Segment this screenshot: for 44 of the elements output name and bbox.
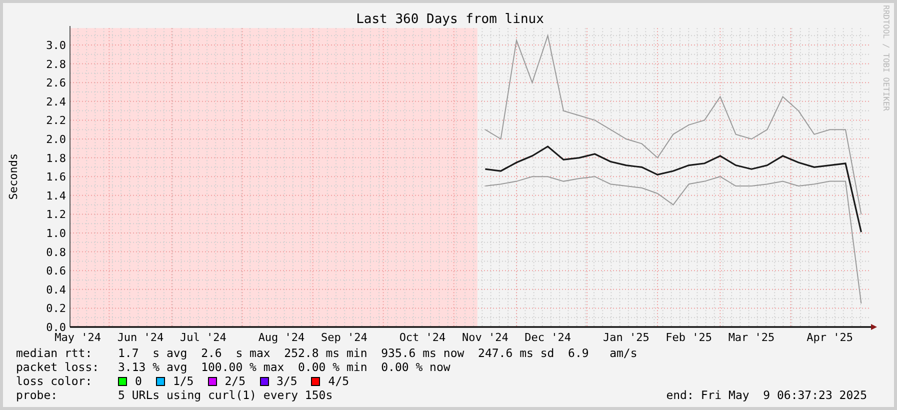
tick-label: 2.6 xyxy=(46,76,66,90)
tick-label: 3.0 xyxy=(46,39,66,52)
swatch-label: 3/5 xyxy=(276,374,298,388)
tick-label: Oct '24 xyxy=(399,331,446,344)
tick-label: 1.8 xyxy=(46,152,66,165)
tick-label: Mar '25 xyxy=(728,331,775,344)
tick-label: 0.4 xyxy=(46,283,66,296)
tick-label: Sep '24 xyxy=(320,331,368,344)
tick-label: Apr '25 xyxy=(806,331,854,344)
tick-label: 0.2 xyxy=(46,302,66,316)
tick-label: Dec '24 xyxy=(524,331,572,344)
tick-label: 2.4 xyxy=(46,95,66,108)
tick-label: 2.0 xyxy=(46,133,66,146)
tick-label: 1.2 xyxy=(46,208,66,222)
legend-label: median rtt: xyxy=(16,346,94,360)
tick-label: 0.8 xyxy=(46,246,66,259)
tick-label: 2.8 xyxy=(46,58,66,71)
tick-label: Jan '25 xyxy=(602,331,650,344)
legend-text: 5 URLs using curl(1) every 150s xyxy=(118,388,333,402)
credit-text: RRDTOOL / TOBI OETIKER xyxy=(880,5,892,113)
tick-label: May '24 xyxy=(54,331,102,344)
y-axis-label: Seconds xyxy=(7,153,20,200)
tick-label: Aug '24 xyxy=(258,331,305,344)
legend-text: 3.13 % avg 100.00 % max 0.00 % min 0.00 % now xyxy=(118,360,450,374)
tick-label: 1.4 xyxy=(46,189,66,202)
swatch-label: 1/5 xyxy=(172,374,194,388)
legend-text: 1.7 s avg 2.6 s max 252.8 ms min 935.6 ms now 247.6 ms sd 6.9 am/s xyxy=(118,346,638,360)
tick-label: 0.6 xyxy=(46,264,66,278)
tick-label: Feb '25 xyxy=(666,331,712,344)
swatch-label: 2/5 xyxy=(224,374,246,388)
tick-label: 0.0 xyxy=(46,321,66,334)
tick-label: 1.6 xyxy=(46,170,66,184)
tick-label: Jun '24 xyxy=(117,331,164,344)
tick-label: 1.0 xyxy=(46,227,66,240)
swatch-label: 0 xyxy=(135,374,142,388)
legend-label: packet loss: xyxy=(16,360,100,374)
swatch-label: 4/5 xyxy=(328,374,350,388)
legend-label: loss color: xyxy=(16,374,94,388)
legend-label: probe: xyxy=(16,388,59,402)
chart-title: Last 360 Days from linux xyxy=(356,13,544,26)
tick-label: 2.2 xyxy=(46,114,66,128)
tick-label: Nov '24 xyxy=(462,331,508,344)
tick-label: Jul '24 xyxy=(180,331,226,344)
end-time: end: Fri May 9 06:37:23 2025 xyxy=(666,388,868,402)
